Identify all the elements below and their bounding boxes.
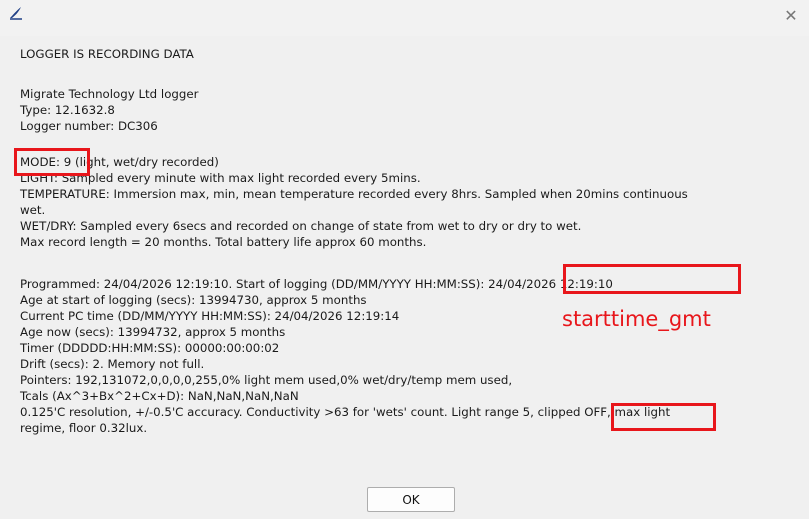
age-now-line: Age now (secs): 13994732, approx 5 month… xyxy=(20,325,286,339)
temperature-line-cont: wet. xyxy=(20,203,46,217)
wetdry-line: WET/DRY: Sampled every 6secs and recorde… xyxy=(20,219,582,233)
manufacturer-line: Migrate Technology Ltd logger xyxy=(20,87,199,101)
ok-button[interactable]: OK xyxy=(367,487,455,512)
drift-line: Drift (secs): 2. Memory not full. xyxy=(20,357,205,371)
temperature-line: TEMPERATURE: Immersion max, min, mean te… xyxy=(20,187,688,201)
feather-logo-icon xyxy=(10,7,22,20)
title-bar: ✕ xyxy=(0,0,809,36)
regime-line: regime, floor 0.32lux. xyxy=(20,421,148,435)
timer-line: Timer (DDDDD:HH:MM:SS): 00000:00:00:02 xyxy=(20,341,280,355)
type-line: Type: 12.1632.8 xyxy=(20,103,115,117)
starttime-gmt-annotation: starttime_gmt xyxy=(562,307,711,331)
record-length-line: Max record length = 20 months. Total bat… xyxy=(20,235,427,249)
tcals-line: Tcals (Ax^3+Bx^2+Cx+D): NaN,NaN,NaN,NaN xyxy=(20,389,299,403)
pc-time-line: Current PC time (DD/MM/YYYY HH:MM:SS): 2… xyxy=(20,309,400,323)
logger-number-line: Logger number: DC306 xyxy=(20,119,158,133)
resolution-line: 0.125'C resolution, +/-0.5'C accuracy. C… xyxy=(20,405,671,419)
start-time-highlight-box xyxy=(563,264,741,294)
pointers-line: Pointers: 192,131072,0,0,0,0,255,0% ligh… xyxy=(20,373,513,387)
programmed-line: Programmed: 24/04/2026 12:19:10. Start o… xyxy=(20,277,613,291)
close-button[interactable]: ✕ xyxy=(781,8,801,26)
mode-highlight-box xyxy=(14,148,90,176)
status-heading: LOGGER IS RECORDING DATA xyxy=(20,47,194,61)
age-at-start-line: Age at start of logging (secs): 13994730… xyxy=(20,293,367,307)
clipped-highlight-box xyxy=(611,403,716,431)
